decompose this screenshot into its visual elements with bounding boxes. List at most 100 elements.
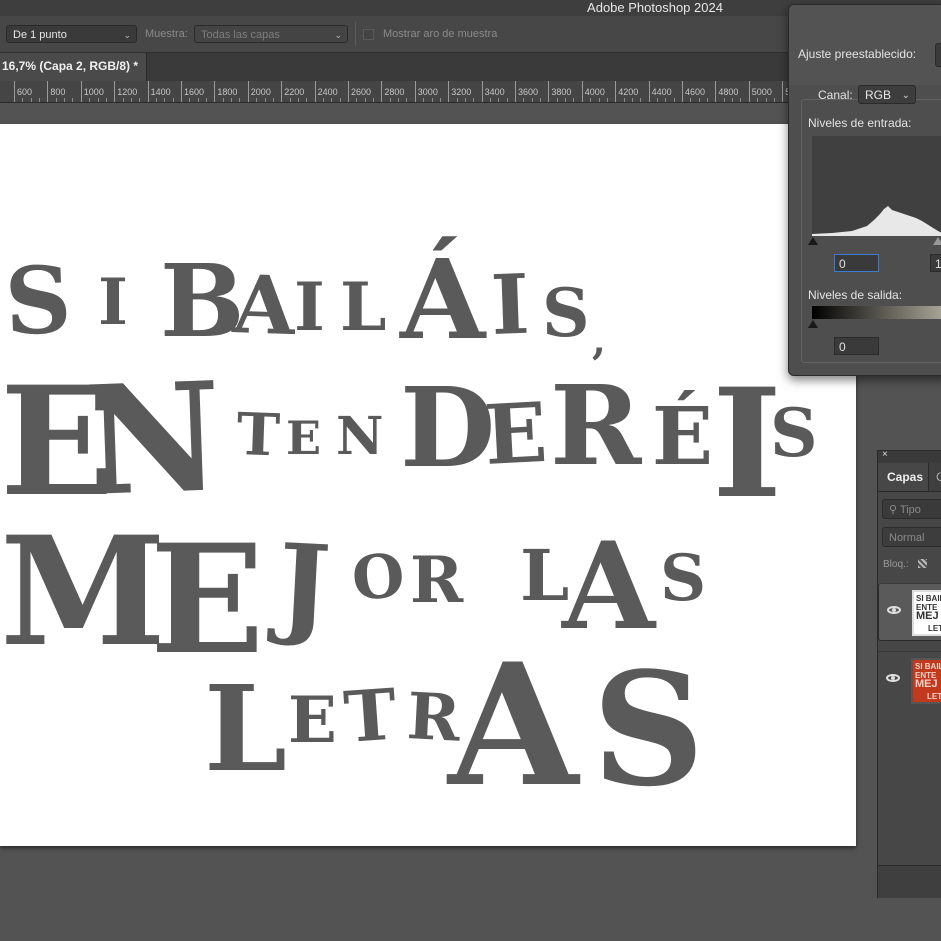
levels-header: [789, 5, 941, 85]
tab-channels[interactable]: C: [936, 470, 941, 484]
ruler-minor-tick: [523, 98, 525, 102]
ruler-minor-tick: [473, 98, 475, 102]
eye-icon[interactable]: [887, 606, 901, 614]
ruler-minor-tick: [297, 98, 299, 102]
ruler-minor-tick: [740, 98, 742, 102]
artwork-letter: O: [349, 541, 407, 615]
ruler-tick-label: 2400: [317, 87, 338, 97]
channel-select[interactable]: RGB ⌄: [858, 85, 916, 104]
histogram-shape: [812, 206, 941, 236]
ruler-minor-tick: [364, 98, 366, 102]
ruler-minor-tick: [222, 98, 224, 102]
artwork-letters: S I BAI L Á I S ,EN T E N DE R É ISME J O R LA SL E T RA S: [0, 235, 818, 824]
ruler-minor-tick: [573, 98, 575, 102]
ruler-minor-tick: [64, 98, 66, 102]
lock-transparency-icon[interactable]: [918, 559, 927, 568]
ruler-minor-tick: [439, 98, 441, 102]
layer-row[interactable]: SI BAIL ENTE MEJ LET: [878, 651, 941, 710]
ruler-minor-tick: [89, 98, 91, 102]
search-icon: ⚲: [889, 504, 900, 516]
artwork-letter: E: [482, 385, 549, 484]
input-black-slider[interactable]: [808, 237, 818, 245]
sample-layers-select[interactable]: Todas las capas ⌄: [194, 25, 348, 43]
tab-layers[interactable]: Capas: [878, 463, 929, 491]
ruler-tick: 4200: [615, 81, 638, 102]
document-canvas[interactable]: SIBAILÁIS,ENTENDERÉISMEJORLASLETRAS: [0, 124, 856, 846]
sample-label: Muestra:: [145, 28, 188, 40]
ruler-tick-label: 2600: [351, 87, 372, 97]
ruler-minor-tick: [665, 98, 667, 102]
chevron-down-icon: ⌄: [334, 30, 342, 40]
ruler-minor-tick: [105, 98, 107, 102]
ruler-tick-label: 4000: [584, 87, 605, 97]
preset-select[interactable]: [935, 43, 941, 67]
ruler-minor-tick: [389, 98, 391, 102]
eye-icon[interactable]: [886, 674, 900, 682]
layer-row[interactable]: SI BAIL ENTE MEJ LET: [878, 583, 941, 641]
ruler-tick: 3200: [448, 81, 471, 102]
artwork-letter: S: [770, 394, 818, 472]
close-icon[interactable]: ×: [882, 449, 888, 460]
ruler-tick: 600: [14, 81, 32, 102]
ruler-tick: 2600: [348, 81, 371, 102]
document-tab[interactable]: 16,7% (Capa 2, RGB/8) *: [0, 53, 147, 81]
ruler-tick-label: 2000: [250, 87, 271, 97]
ruler-minor-tick: [631, 98, 633, 102]
ruler-minor-tick: [723, 98, 725, 102]
ruler-tick: 4600: [682, 81, 705, 102]
ruler-minor-tick: [172, 98, 174, 102]
ruler-tick-label: 3600: [518, 87, 539, 97]
ruler-minor-tick: [322, 98, 324, 102]
ruler-minor-tick: [456, 98, 458, 102]
ruler-minor-tick: [239, 98, 241, 102]
artwork-letter: S: [592, 638, 705, 821]
ruler-tick: 1800: [214, 81, 237, 102]
artwork-letter: ,: [592, 317, 606, 364]
artwork-letter: N: [336, 406, 384, 467]
artwork-letter: T: [341, 673, 399, 759]
ruler-tick-label: 4200: [618, 87, 639, 97]
artwork: S I BAI L Á I S ,EN T E N DE R É ISME J O R LA SL E T RA S: [0, 235, 818, 824]
lock-label: Bloq.:: [883, 559, 909, 570]
ruler-minor-tick: [164, 98, 166, 102]
artwork-letter: S: [542, 274, 590, 352]
ruler-minor-tick: [22, 98, 24, 102]
ruler-tick-label: 3800: [551, 87, 572, 97]
input-mid-slider[interactable]: [933, 237, 941, 245]
ruler-tick: 2000: [247, 81, 271, 102]
artwork-letter: I: [489, 257, 531, 354]
ruler-tick: 4800: [715, 81, 738, 102]
output-black-field[interactable]: 0: [834, 337, 879, 355]
ruler-minor-tick: [673, 98, 675, 102]
ruler-minor-tick: [289, 98, 291, 102]
ruler-minor-tick: [423, 98, 425, 102]
ruler-tick-label: 3000: [417, 87, 438, 97]
ruler-tick: 3400: [481, 81, 505, 102]
ruler-tick: 5000: [748, 81, 772, 102]
layer-thumbnail: SI BAIL ENTE MEJ LET: [912, 590, 941, 636]
artwork-letter: J: [266, 519, 334, 651]
ruler-minor-tick: [39, 98, 41, 102]
ruler-minor-tick: [155, 98, 157, 102]
ruler-minor-tick: [531, 98, 533, 102]
layer-filter-input[interactable]: ⚲ Tipo: [882, 499, 941, 519]
ruler-minor-tick: [565, 98, 567, 102]
input-mid-field[interactable]: 1,: [930, 254, 941, 272]
ruler-minor-tick: [640, 98, 642, 102]
ruler-minor-tick: [373, 98, 375, 102]
show-ring-checkbox[interactable]: [363, 29, 374, 40]
ruler-minor-tick: [398, 98, 400, 102]
ruler-minor-tick: [331, 98, 333, 102]
artwork-letter: M: [0, 504, 166, 680]
input-black-field[interactable]: 0: [834, 254, 879, 272]
layer-filter-placeholder: Tipo: [899, 504, 921, 516]
thumb-text-line: SI BAIL: [915, 662, 941, 671]
ruler-tick: 2200: [281, 81, 304, 102]
sample-size-select[interactable]: De 1 punto ⌄: [6, 25, 137, 43]
layers-panel-footer: [878, 865, 941, 898]
blend-mode-select[interactable]: Normal: [882, 527, 941, 547]
output-black-slider[interactable]: [808, 320, 818, 328]
ruler-minor-tick: [773, 98, 775, 102]
ruler-tick-label: 4800: [718, 87, 739, 97]
artwork-letter: É: [652, 389, 713, 483]
